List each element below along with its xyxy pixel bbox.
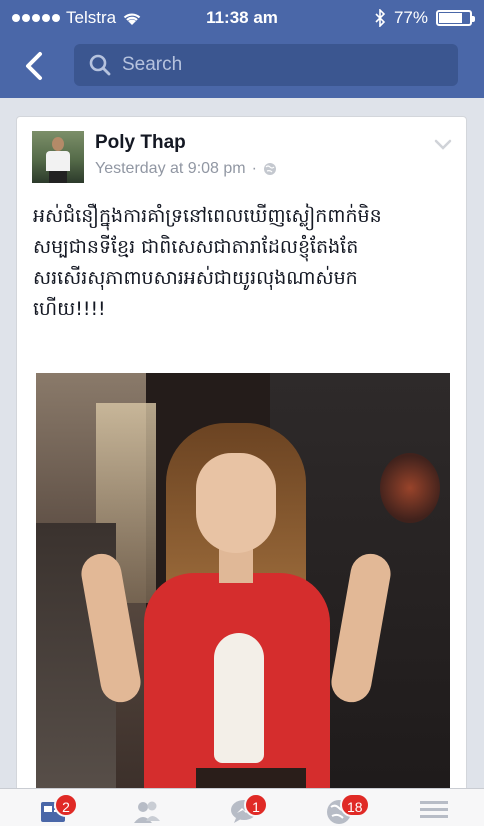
search-placeholder: Search xyxy=(122,54,183,75)
tab-messenger[interactable]: 1 xyxy=(212,793,272,826)
tab-friend-requests[interactable] xyxy=(114,793,174,826)
post-meta: Yesterday at 9:08 pm · xyxy=(95,160,277,178)
battery-percent: 77% xyxy=(393,8,428,27)
menu-icon xyxy=(420,801,448,818)
post-text-line: ហើយ!!!! xyxy=(33,298,106,320)
tab-more[interactable] xyxy=(402,793,462,826)
post-text-line: សម្បជានទីខ្មែរ ជាពិសេសជាតារាដែលខ្ញុំតែងត… xyxy=(33,236,359,258)
tab-notifications[interactable]: 18 xyxy=(308,793,370,826)
post-text-line: អស់ជំនឿក្នុងការគាំទ្រនៅពេលឃើញស្លៀកពាក់មិ… xyxy=(33,205,382,227)
bluetooth-icon xyxy=(375,9,386,27)
messenger-badge: 1 xyxy=(244,793,268,817)
post-timestamp[interactable]: Yesterday at 9:08 pm xyxy=(95,160,246,178)
feed-badge: 2 xyxy=(54,793,78,817)
chevron-down-icon[interactable] xyxy=(434,139,452,151)
post-card: Poly Thap Yesterday at 9:08 pm · អស់ជំនឿ… xyxy=(16,116,467,807)
globe-icon xyxy=(263,163,276,175)
notifications-badge: 18 xyxy=(340,793,370,817)
post-photo[interactable] xyxy=(36,373,450,807)
meta-separator: · xyxy=(251,160,257,177)
status-right: 77% xyxy=(374,8,475,28)
tab-news-feed[interactable]: 2 xyxy=(22,793,82,826)
post-text: អស់ជំនឿក្នុងការគាំទ្រនៅពេលឃើញស្លៀកពាក់មិ… xyxy=(33,201,457,325)
friends-icon xyxy=(134,801,160,823)
post-author-name[interactable]: Poly Thap xyxy=(95,132,186,154)
status-bar: Telstra 11:38 am 77% xyxy=(0,0,484,36)
search-icon xyxy=(89,54,111,76)
avatar[interactable] xyxy=(32,131,84,183)
battery-icon xyxy=(436,10,475,26)
back-arrow-icon[interactable] xyxy=(18,48,54,84)
battery-fill xyxy=(439,13,463,23)
search-input[interactable]: Search xyxy=(74,44,458,86)
navigation-bar: Search xyxy=(0,36,484,98)
bottom-tab-bar: 2 1 18 xyxy=(0,788,484,826)
post-text-line: សរសើរសុភាពាបសារអស់ជាយូរលុងណាស់មក xyxy=(33,267,358,289)
